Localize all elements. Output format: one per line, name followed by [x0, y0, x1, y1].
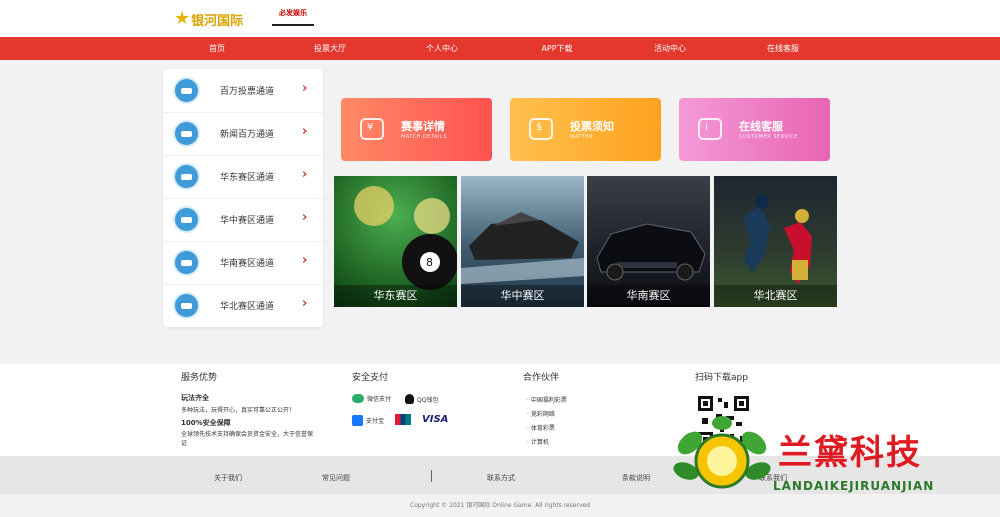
chevron-right-icon: ›: [302, 296, 308, 311]
sidebar-item-label: 华南赛区通道: [220, 259, 275, 269]
card-title: 赛事详情: [401, 120, 445, 133]
sidebar-item-channel-5[interactable]: 华南赛区通道 ›: [163, 241, 323, 285]
chevron-right-icon: ›: [302, 81, 308, 96]
channel-badge-icon: [173, 77, 200, 104]
tile-caption: 华南赛区: [587, 285, 710, 307]
sidebar-item-label: 新闻百万通道: [220, 130, 275, 140]
service-item-2-title: 100%安全保障: [181, 419, 231, 427]
channel-badge-icon: [173, 249, 200, 276]
voting-notice-card[interactable]: $ 投票须知 MATTER: [510, 98, 661, 161]
channel-sidebar: 百万投票通道 › 新闻百万通道 › 华东赛区通道 › 华中赛区通道 › 华南赛区…: [163, 69, 323, 327]
nav-item-online-service[interactable]: 在线客服: [767, 37, 799, 60]
nav-item-voting-hall[interactable]: 投票大厅: [314, 37, 346, 60]
alipay-icon: [352, 415, 363, 426]
top-header: ★ 银河国际 必发娱乐: [0, 0, 1000, 37]
unionpay-icon: [395, 414, 411, 425]
sidebar-item-label: 华东赛区通道: [220, 173, 275, 183]
site-logo[interactable]: ★ 银河国际: [174, 6, 244, 32]
nav-item-home[interactable]: 首页: [209, 37, 225, 60]
sidebar-item-channel-6[interactable]: 华北赛区通道 ›: [163, 284, 323, 327]
service-item-1-desc: 多种玩法，玩得开心，真实可靠公正公开！: [181, 407, 296, 414]
region-tile-east[interactable]: 8 华东赛区: [334, 176, 457, 307]
footer-link-contact-info[interactable]: 联系方式: [487, 473, 515, 483]
money-hand-icon: $: [529, 118, 553, 140]
chevron-right-icon: ›: [302, 253, 308, 268]
nav-item-app-download[interactable]: APP下载: [541, 37, 572, 60]
channel-badge-icon: [173, 120, 200, 147]
partners-heading: 合作伙伴: [523, 373, 560, 383]
visa-logo: VISA: [422, 414, 449, 425]
region-tile-north[interactable]: 华北赛区: [714, 176, 837, 307]
sidebar-item-channel-2[interactable]: 新闻百万通道 ›: [163, 112, 323, 156]
sidebar-item-channel-4[interactable]: 华中赛区通道 ›: [163, 198, 323, 242]
tile-caption: 华中赛区: [461, 285, 584, 307]
channel-badge-icon: [173, 206, 200, 233]
card-title: 投票须知: [570, 120, 614, 133]
service-item-2-desc: 全球领先技术支持确保会员资金安全，大于信誉保证: [181, 431, 314, 447]
card-subtitle: MATCH DETAILS: [401, 134, 447, 140]
wechat-icon: [352, 394, 364, 403]
watermark-brand: 兰黛科技: [778, 433, 922, 473]
unionpay-logo: 银联: [395, 414, 411, 427]
watermark-brand-sub: LANDAIKEJIRUANJIAN: [773, 479, 935, 493]
copyright-text: Copyright © 2021 银河国际 Online Game. All r…: [410, 502, 590, 509]
service-item-1-title: 玩法齐全: [181, 394, 209, 402]
tile-caption: 华北赛区: [714, 285, 837, 307]
watermark-leaf-logo: [673, 416, 771, 489]
channel-badge-icon: [173, 292, 200, 319]
match-details-card[interactable]: ¥ 赛事详情 MATCH DETAILS: [341, 98, 492, 161]
qq-icon: [405, 394, 414, 404]
sidebar-item-channel-1[interactable]: 百万投票通道 ›: [163, 69, 323, 113]
svg-text:8: 8: [426, 256, 433, 269]
sidebar-item-label: 百万投票通道: [220, 87, 275, 97]
qq-wallet: QQ钱包: [405, 394, 438, 404]
qq-wallet-label: QQ钱包: [417, 396, 439, 404]
chevron-right-icon: ›: [302, 210, 308, 225]
service-heading: 服务优势: [181, 373, 218, 383]
support-icon: i: [698, 118, 722, 140]
region-tile-central[interactable]: 华中赛区: [461, 176, 584, 307]
footer-divider: [431, 470, 432, 482]
partner-item[interactable]: · 计算机: [527, 437, 549, 446]
card-title: 在线客服: [739, 120, 783, 133]
chevron-right-icon: ›: [302, 167, 308, 182]
main-nav: 首页 投票大厅 个人中心 APP下载 活动中心 在线客服: [0, 37, 1000, 60]
tile-caption: 华东赛区: [334, 285, 457, 307]
footer-link-faq[interactable]: 常见问题: [322, 473, 350, 483]
partner-item[interactable]: · 中国福利彩票: [527, 395, 567, 404]
nav-item-user-center[interactable]: 个人中心: [426, 37, 458, 60]
sidebar-item-channel-3[interactable]: 华东赛区通道 ›: [163, 155, 323, 199]
sidebar-item-label: 华北赛区通道: [220, 302, 275, 312]
alipay: 支付宝: [352, 415, 384, 426]
region-tile-south[interactable]: 华南赛区: [587, 176, 710, 307]
partner-item[interactable]: · 竞彩网络: [527, 409, 555, 418]
logo-text: 银河国际: [191, 13, 244, 29]
header-slogan: 必发娱乐: [272, 8, 314, 26]
footer-link-terms[interactable]: 条款说明: [622, 473, 650, 483]
sidebar-item-label: 华中赛区通道: [220, 216, 275, 226]
alipay-label: 支付宝: [366, 418, 385, 425]
wechat-pay-label: 微信支付: [367, 396, 392, 403]
chevron-right-icon: ›: [302, 124, 308, 139]
star-icon: ★: [174, 8, 191, 29]
card-subtitle: CUSTOMER SERVICE: [739, 134, 798, 140]
wechat-pay: 微信支付: [352, 394, 391, 403]
download-heading: 扫码下载app: [695, 373, 748, 383]
payment-heading: 安全支付: [352, 373, 389, 383]
nav-item-activities[interactable]: 活动中心: [654, 37, 686, 60]
channel-badge-icon: [173, 163, 200, 190]
card-subtitle: MATTER: [570, 134, 593, 140]
footer-link-about[interactable]: 关于我们: [214, 473, 242, 483]
wallet-icon: ¥: [360, 118, 384, 140]
partner-item[interactable]: · 体育彩票: [527, 423, 555, 432]
online-service-card[interactable]: i 在线客服 CUSTOMER SERVICE: [679, 98, 830, 161]
